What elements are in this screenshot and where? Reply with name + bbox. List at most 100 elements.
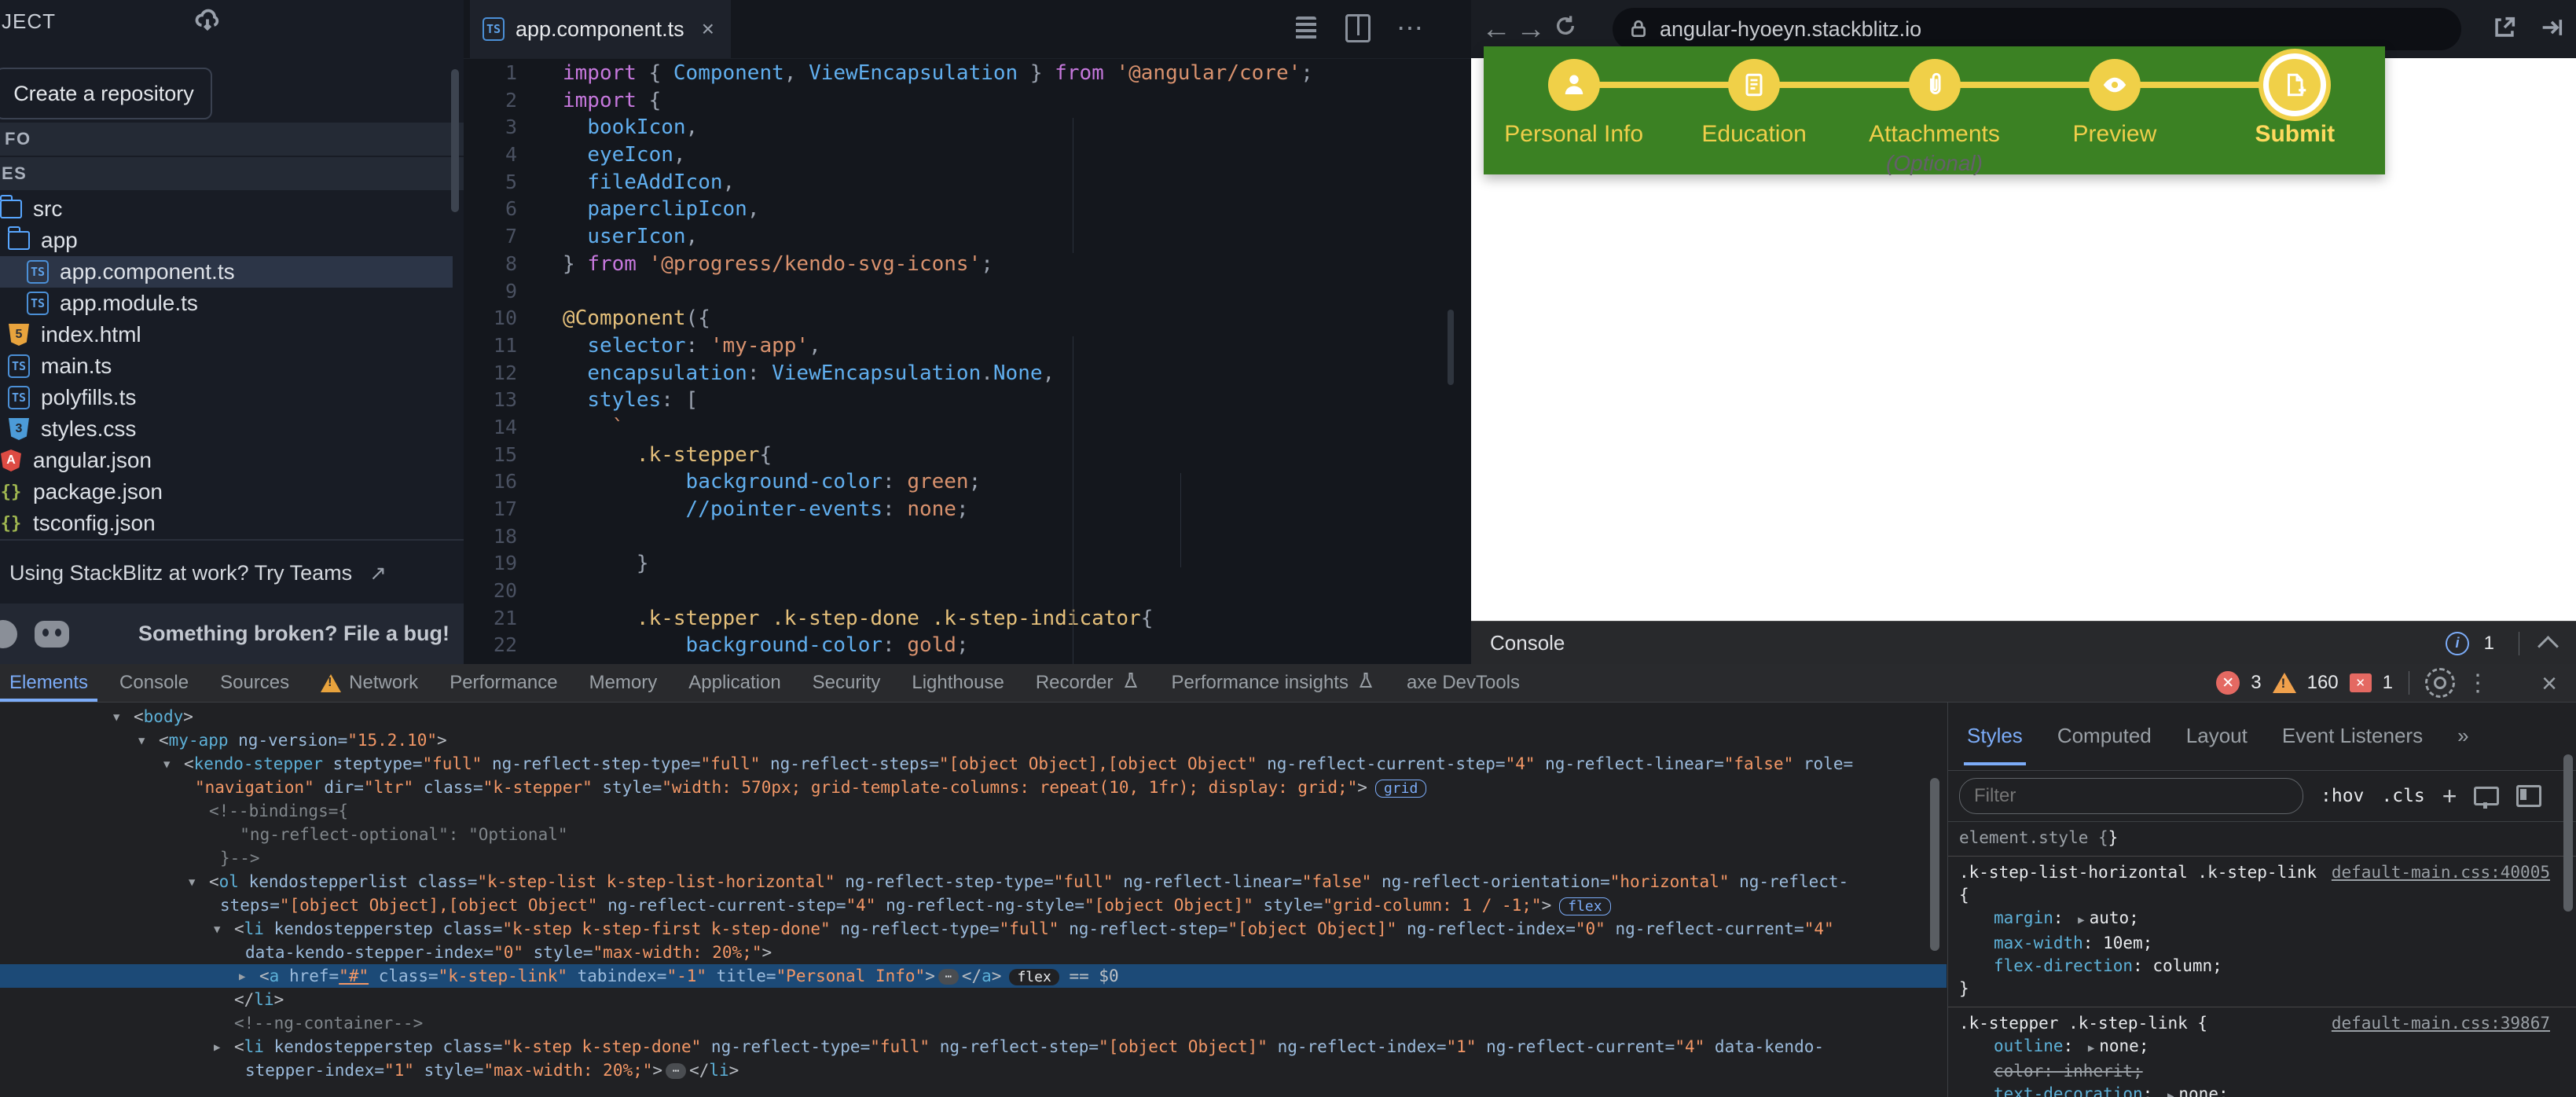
styles-tab-computed[interactable]: Computed xyxy=(2057,702,2152,770)
teams-promo[interactable]: Using StackBlitz at work? Try Teams ↗ xyxy=(0,539,464,605)
styles-tab-styles[interactable]: Styles xyxy=(1967,702,2023,770)
file-polyfills-ts[interactable]: TSpolyfills.ts xyxy=(0,382,453,413)
expand-arrow-icon[interactable]: ▼ xyxy=(163,753,184,776)
dock-right-icon[interactable] xyxy=(2538,14,2565,45)
file-add-icon xyxy=(2269,59,2321,111)
styles-tab-layout[interactable]: Layout xyxy=(2186,702,2248,770)
prettier-icon[interactable] xyxy=(1294,16,1319,41)
file-label: src xyxy=(33,196,62,222)
file-app[interactable]: app xyxy=(0,225,453,256)
sidebar-scrollbar[interactable] xyxy=(451,69,459,212)
expand-arrow-icon[interactable]: ▼ xyxy=(189,871,209,894)
tab-app-component-ts[interactable]: TS app.component.ts × xyxy=(470,0,731,58)
expand-arrow-icon[interactable]: ▶ xyxy=(214,1036,234,1059)
elements-scrollbar[interactable] xyxy=(1930,778,1939,951)
hover-state-toggle[interactable]: :hov xyxy=(2321,786,2364,806)
devtools-tab-application[interactable]: Application xyxy=(673,664,796,702)
dom-row[interactable]: ▼<li kendostepperstep class="k-step k-st… xyxy=(0,917,1947,964)
css-property[interactable]: flex-direction: column; xyxy=(1959,955,2566,978)
rendering-brush-icon[interactable] xyxy=(2474,787,2499,805)
more-actions-icon[interactable]: ⋯ xyxy=(1397,16,1422,41)
refresh-icon[interactable] xyxy=(1548,13,1583,46)
devtools-tab-performance[interactable]: Performance xyxy=(434,664,573,702)
expand-arrow-icon[interactable]: ▼ xyxy=(113,706,134,729)
split-editor-icon[interactable] xyxy=(1345,16,1371,41)
file-src[interactable]: src xyxy=(0,193,453,225)
devtools-tab-security[interactable]: Security xyxy=(797,664,897,702)
discord-icon[interactable] xyxy=(35,621,69,648)
file-app-module-ts[interactable]: TSapp.module.ts xyxy=(0,288,453,319)
css-property[interactable]: text-decoration: ▶none; xyxy=(1959,1083,2566,1097)
file-index-html[interactable]: 5index.html xyxy=(0,319,453,350)
kebab-menu-icon[interactable]: ⋮ xyxy=(2466,670,2490,697)
close-tab-icon[interactable]: × xyxy=(702,17,714,42)
css-property[interactable]: max-width: 10em; xyxy=(1959,932,2566,955)
devtools-tab-elements[interactable]: Elements xyxy=(0,664,104,702)
dom-row[interactable]: ▼<body> xyxy=(0,705,1947,728)
dom-row[interactable]: ▼<my-app ng-version="15.2.10"> xyxy=(0,728,1947,752)
css-selector[interactable]: .k-step-list-horizontal .k-step-link { xyxy=(1959,861,2328,907)
devtools-tab-lighthouse[interactable]: Lighthouse xyxy=(896,664,1019,702)
info-icon[interactable]: i xyxy=(2446,632,2469,655)
css-selector[interactable]: .k-stepper .k-step-link { xyxy=(1959,1012,2207,1035)
forward-icon[interactable]: → xyxy=(1514,13,1548,46)
devtools-tab-performance-insights[interactable]: Performance insights xyxy=(1156,664,1391,702)
file-package-json[interactable]: {}package.json xyxy=(0,476,453,508)
css-selector[interactable]: element.style { xyxy=(1959,827,2108,849)
devtools-tab-memory[interactable]: Memory xyxy=(574,664,673,702)
devtools-tab-recorder[interactable]: Recorder xyxy=(1020,664,1156,702)
folder-icon xyxy=(8,229,30,251)
devtools-status-badges[interactable]: ✕ 3 160 ✕ 1 ⋮ xyxy=(2216,664,2490,702)
open-in-new-window-icon[interactable] xyxy=(2491,14,2518,45)
css-property[interactable]: margin: ▶auto; xyxy=(1959,907,2566,932)
settings-gear-icon[interactable] xyxy=(2425,668,2455,698)
url-bar[interactable]: angular-hyoeyn.stackblitz.io xyxy=(1613,8,2461,50)
devtools-tab-axe-devtools[interactable]: axe DevTools xyxy=(1391,664,1536,702)
class-toggle[interactable]: .cls xyxy=(2381,786,2424,806)
cloud-fork-icon[interactable] xyxy=(192,6,223,39)
github-icon[interactable] xyxy=(0,620,17,648)
preview-console-drawer[interactable]: Console i 1 xyxy=(1471,621,2576,665)
project-info-section[interactable]: FO xyxy=(0,123,464,156)
dom-row[interactable]: ▼<ol kendostepperlist class="k-step-list… xyxy=(0,870,1947,917)
create-repository-button[interactable]: Create a repository xyxy=(0,68,212,119)
dom-row[interactable]: <!--bindings={ "ng-reflect-optional": "O… xyxy=(0,799,1947,870)
code-line: 6 paperclipIcon, xyxy=(464,196,1471,223)
file-main-ts[interactable]: TSmain.ts xyxy=(0,350,453,382)
file-tsconfig-json[interactable]: {}tsconfig.json xyxy=(0,508,453,539)
devtools-tab-console[interactable]: Console xyxy=(104,664,204,702)
dom-row[interactable]: ▼<kendo-stepper steptype="full" ng-refle… xyxy=(0,752,1947,799)
code-line: 13 styles: [ xyxy=(464,387,1471,414)
devtools-close-icon[interactable]: × xyxy=(2541,669,2557,699)
file-styles-css[interactable]: 3styles.css xyxy=(0,413,453,445)
toggle-sidebar-icon[interactable] xyxy=(2516,785,2541,807)
devtools-tab-sources[interactable]: Sources xyxy=(204,664,305,702)
error-count: 3 xyxy=(2251,672,2261,694)
editor-scrollbar[interactable] xyxy=(1448,310,1454,385)
dom-row[interactable]: ▶<li kendostepperstep class="k-step k-st… xyxy=(0,1035,1947,1082)
file-bug-link[interactable]: Something broken? File a bug! xyxy=(138,622,450,646)
file-app-component-ts[interactable]: TSapp.component.ts xyxy=(0,256,453,288)
dom-row[interactable]: ▶<a href="#" class="k-step-link" tabinde… xyxy=(0,964,1947,988)
styles-scrollbar[interactable] xyxy=(2563,754,2573,912)
chevron-up-icon[interactable] xyxy=(2537,636,2559,657)
expand-arrow-icon[interactable]: ▼ xyxy=(138,729,159,753)
files-section[interactable]: ES xyxy=(0,157,464,190)
css-file-link[interactable]: default-main.css:39867 xyxy=(2332,1014,2550,1033)
styles-filter-input[interactable] xyxy=(1959,778,2303,814)
css-property[interactable]: outline: ▶none; xyxy=(1959,1035,2566,1060)
new-style-rule-icon[interactable]: + xyxy=(2442,782,2457,811)
file-angular-json[interactable]: Aangular.json xyxy=(0,445,453,476)
css-file-link[interactable]: default-main.css:40005 xyxy=(2332,863,2550,882)
back-icon[interactable]: ← xyxy=(1479,13,1514,46)
css-property[interactable]: color: inherit; xyxy=(1959,1060,2566,1083)
styles-tab-[interactable]: » xyxy=(2457,702,2468,770)
dom-row[interactable]: </li> xyxy=(0,988,1947,1011)
expand-arrow-icon[interactable]: ▶ xyxy=(239,965,259,989)
dom-row[interactable]: <!--ng-container--> xyxy=(0,1011,1947,1035)
devtools: ElementsConsoleSourcesNetworkPerformance… xyxy=(0,664,2576,1097)
devtools-tab-network[interactable]: Network xyxy=(305,664,434,702)
code-editor[interactable]: 1import { Component, ViewEncapsulation }… xyxy=(464,60,1471,664)
expand-arrow-icon[interactable]: ▼ xyxy=(214,918,234,941)
styles-tab-event-listeners[interactable]: Event Listeners xyxy=(2282,702,2423,770)
